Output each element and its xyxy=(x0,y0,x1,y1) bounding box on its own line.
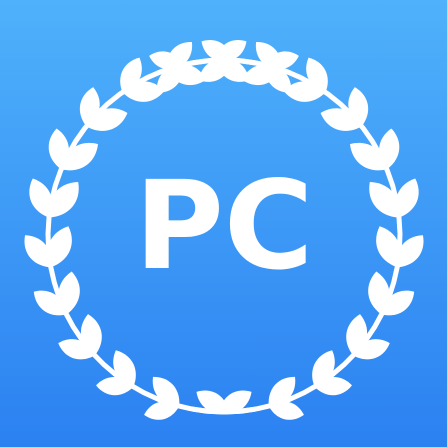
app-icon: PC xyxy=(0,0,447,447)
monogram-text: PC xyxy=(135,155,314,297)
app-icon-artwork: PC xyxy=(0,0,447,447)
